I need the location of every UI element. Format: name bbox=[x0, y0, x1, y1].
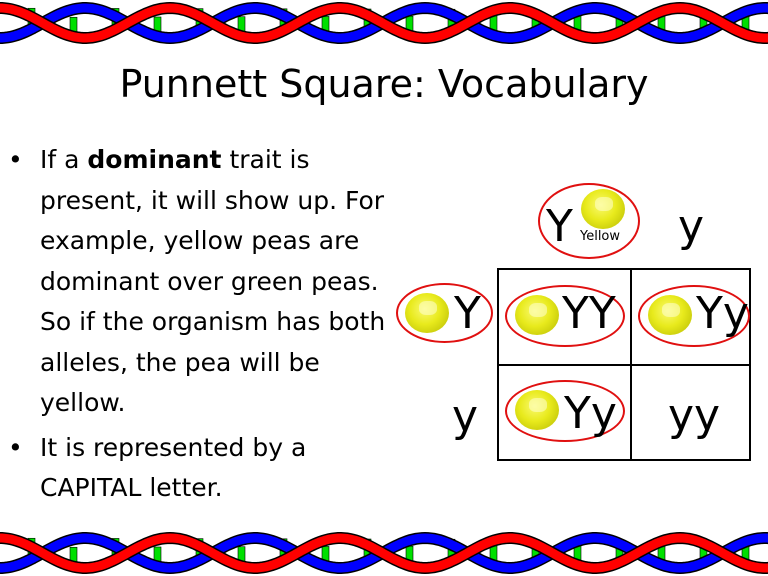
yellow-pea-icon bbox=[515, 390, 559, 430]
yellow-pea-icon bbox=[581, 189, 625, 229]
cell-yy: yy bbox=[668, 390, 721, 441]
bullet-dot: • bbox=[8, 145, 23, 174]
bullet-item: • If a dominant trait is present, it wil… bbox=[8, 140, 393, 424]
top-allele-1: Y bbox=[546, 201, 573, 252]
bullet-item: • It is represented by a CAPITAL letter. bbox=[8, 428, 393, 509]
left-allele-2: y bbox=[452, 391, 479, 442]
yellow-pea-icon bbox=[515, 295, 559, 335]
cell-Yy-2: Yy bbox=[564, 388, 617, 439]
top-allele-2: y bbox=[678, 201, 705, 252]
cell-Yy-1: Yy bbox=[696, 288, 749, 339]
yellow-pea-icon bbox=[648, 295, 692, 335]
slide-title: Punnett Square: Vocabulary bbox=[119, 62, 649, 106]
yellow-pea-icon bbox=[405, 293, 449, 333]
dna-border-bottom bbox=[0, 531, 768, 575]
dna-border-top bbox=[0, 1, 768, 45]
bullet-dot: • bbox=[8, 432, 23, 462]
pea-label: Yellow bbox=[580, 229, 621, 244]
cell-YY: YY bbox=[562, 288, 616, 339]
left-allele-1: Y bbox=[454, 288, 481, 339]
bullet-list: • If a dominant trait is present, it wil… bbox=[8, 140, 393, 513]
